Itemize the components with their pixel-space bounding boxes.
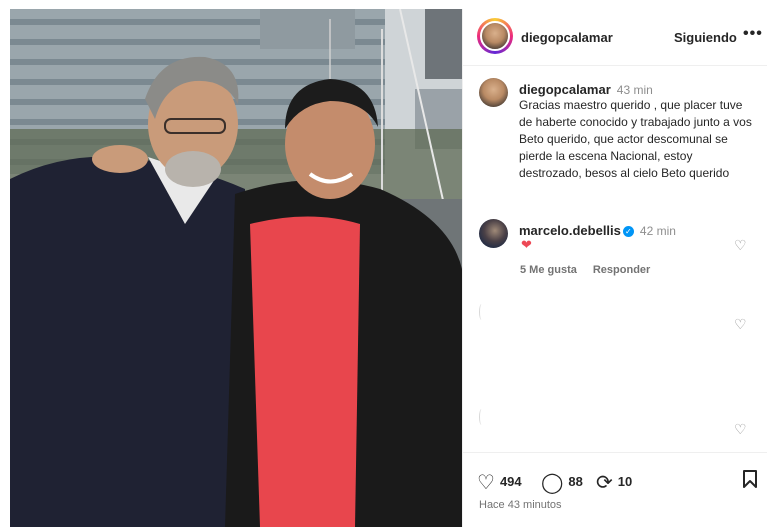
comments-count: 88 [568, 474, 583, 489]
post-actions-bar: ♡ 494 ◯ 88 ⟳ 10 Hace 43 minutos [463, 452, 767, 528]
comment-meta: 5 Me gusta Responder [520, 264, 650, 276]
comment-like-heart-icon[interactable]: ♡ [734, 421, 747, 438]
comment-like-heart-icon[interactable]: ♡ [734, 237, 747, 254]
likes-count: 494 [499, 474, 522, 489]
loading-comment-placeholder [479, 304, 484, 320]
caption-time: 43 min [616, 83, 653, 97]
story-ring[interactable] [477, 18, 513, 54]
caption-username[interactable]: diegopcalamar [519, 82, 611, 97]
repost-icon: ⟳ [596, 472, 613, 494]
verified-badge-icon: ✓ [622, 226, 634, 237]
comment-time: 42 min [639, 224, 676, 238]
caption-avatar[interactable] [479, 78, 508, 107]
comment-likes[interactable]: 5 Me gusta [520, 264, 577, 276]
bookmark-icon[interactable] [743, 470, 757, 488]
post-header: diegopcalamar Siguiendo ••• [463, 9, 767, 66]
heart-icon: ♡ [477, 472, 495, 494]
header-username[interactable]: diegopcalamar [521, 30, 613, 45]
comment-button[interactable]: ◯ 88 [541, 470, 583, 495]
comment-bubble-icon: ◯ [541, 472, 564, 494]
caption-text: Gracias maestro querido , que placer tuv… [519, 98, 752, 180]
comment-avatar[interactable] [479, 219, 508, 248]
more-horizontal-icon[interactable]: ••• [743, 25, 763, 43]
comment-like-heart-icon[interactable]: ♡ [734, 316, 747, 333]
avatar [480, 21, 510, 51]
reply-button[interactable]: Responder [593, 264, 650, 276]
following-button[interactable]: Siguiendo [674, 30, 737, 45]
instagram-post-screenshot: diegopcalamar Siguiendo ••• diegopcalama… [0, 0, 767, 527]
like-button[interactable]: ♡ 494 [477, 470, 522, 495]
post-photo[interactable] [10, 9, 462, 527]
loading-comment-placeholder [479, 409, 484, 425]
comment-text: ❤ [521, 237, 532, 252]
comment-header: marcelo.debellis ✓ 42 min [519, 222, 676, 240]
posted-time: Hace 43 minutos [479, 499, 562, 511]
post-details-panel: diegopcalamar Siguiendo ••• diegopcalama… [462, 9, 767, 527]
reposts-count: 10 [617, 474, 633, 489]
repost-button[interactable]: ⟳ 10 [596, 470, 632, 495]
comment-username[interactable]: marcelo.debellis [519, 223, 621, 238]
